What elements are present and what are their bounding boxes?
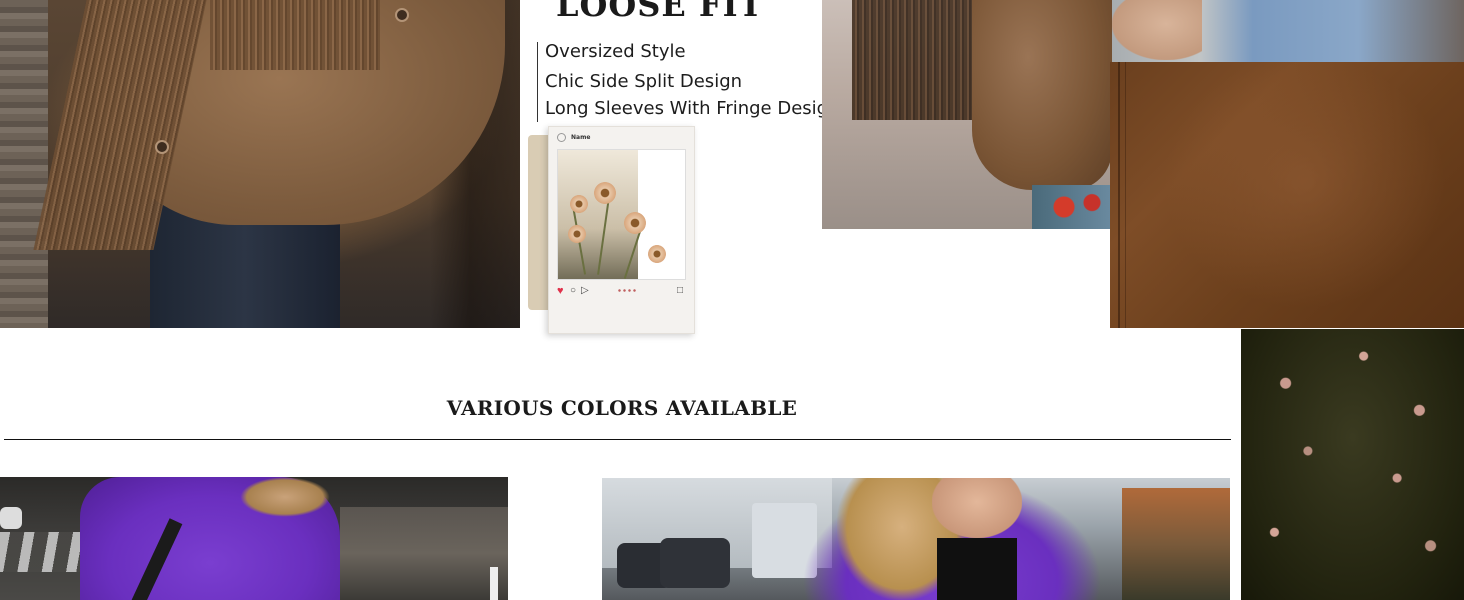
bookmark-icon[interactable]: □ <box>677 285 683 297</box>
fabric-seam <box>1125 62 1126 328</box>
share-icon[interactable]: ▷ <box>581 285 589 297</box>
hand-shape <box>1112 0 1202 60</box>
floral-pants <box>1032 185 1112 229</box>
car-shape <box>660 538 730 588</box>
feature-item: Long Sleeves With Fringe Design <box>545 98 840 119</box>
foliage-photo <box>1241 329 1464 600</box>
jacket-shape <box>972 0 1112 190</box>
fit-heading: LOOSE FIT <box>556 0 764 24</box>
carousel-dots <box>617 289 637 292</box>
feature-divider-line <box>537 42 538 122</box>
social-post-card: Name ♥ ○ ▷ □ <box>548 126 695 334</box>
jacket-snap-button <box>395 8 409 22</box>
black-top-shape <box>937 538 1017 600</box>
hair-shape <box>240 477 330 517</box>
colors-section-title: VARIOUS COLORS AVAILABLE <box>446 396 798 420</box>
street-curb <box>340 507 508 600</box>
feature-item: Chic Side Split Design <box>545 71 743 92</box>
purple-jacket-photo-left <box>0 477 508 600</box>
comment-icon[interactable]: ○ <box>570 285 576 297</box>
post-image <box>557 149 686 280</box>
face-shape <box>932 478 1022 538</box>
jacket-snap-button <box>155 140 169 154</box>
wall-texture <box>0 0 48 328</box>
denim-pocket-photo <box>1112 0 1464 62</box>
fringe-shape-upper <box>210 0 380 70</box>
feature-item: Oversized Style <box>545 41 686 62</box>
post-username: Name <box>571 134 591 141</box>
street-bollard <box>490 567 498 600</box>
fabric-seam <box>1118 62 1120 328</box>
flower <box>570 195 588 213</box>
flower <box>648 245 666 263</box>
car-shape <box>0 507 22 529</box>
jacket-photo-top-left <box>0 0 520 328</box>
purple-jacket-photo-right <box>602 478 1230 600</box>
suede-fabric-closeup <box>1110 62 1464 328</box>
flower <box>624 212 646 234</box>
flower <box>594 182 616 204</box>
post-actions: ♥ ○ ▷ □ <box>557 285 687 297</box>
avatar <box>557 133 566 142</box>
jacket-photo-top-right <box>822 0 1112 229</box>
flower <box>568 225 586 243</box>
fringe-shape <box>852 0 972 120</box>
section-divider <box>4 439 1231 440</box>
heart-icon[interactable]: ♥ <box>557 285 564 297</box>
street-stall <box>1122 488 1230 600</box>
